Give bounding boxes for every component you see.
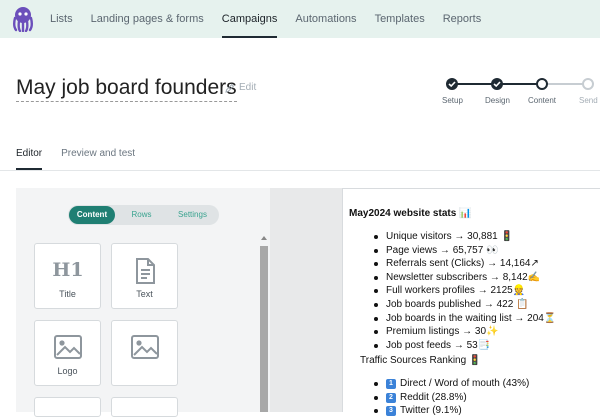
nav-item-lists[interactable]: Lists xyxy=(50,0,73,38)
tab-divider xyxy=(0,170,600,171)
tab-preview-and-test[interactable]: Preview and test xyxy=(61,142,135,170)
panel-scrollbar[interactable] xyxy=(260,246,268,412)
tab-editor[interactable]: Editor xyxy=(16,142,43,170)
step-setup-dot[interactable] xyxy=(446,78,458,90)
scroll-up-arrow-icon[interactable] xyxy=(261,236,267,240)
top-navigation: Lists Landing pages & forms Campaigns Au… xyxy=(0,0,600,38)
image-icon xyxy=(35,335,100,359)
traffic-label: Reddit (28.8%) xyxy=(400,391,467,403)
nav-item-campaigns[interactable]: Campaigns xyxy=(221,0,277,38)
block-label: Text xyxy=(136,289,153,299)
list-item: 2 Reddit (28.8%) xyxy=(372,391,529,405)
list-item: Referrals sent (Clicks) → 14,164↗ xyxy=(372,257,556,271)
list-item: Unique visitors → 30,881 🚦 xyxy=(372,230,556,244)
step-connector xyxy=(456,83,492,85)
list-item: Full workers profiles → 2125👷 xyxy=(372,284,556,298)
panel-segmented-control: Content Rows Settings xyxy=(68,205,219,225)
list-item: Job boards in the waiting list → 204⏳ xyxy=(372,312,556,326)
list-item: Job post feeds → 53📑 xyxy=(372,339,556,353)
nav-item-automations[interactable]: Automations xyxy=(295,0,356,38)
step-label-setup: Setup xyxy=(442,96,463,105)
document-icon xyxy=(112,258,177,284)
image-icon xyxy=(112,335,177,359)
list-item: Newsletter subscribers → 8,142✍ xyxy=(372,271,556,285)
block-text[interactable]: Text xyxy=(111,243,178,309)
edit-label: Edit xyxy=(239,82,257,93)
list-item: 3 Twitter (9.1%) xyxy=(372,404,529,418)
step-content-dot[interactable] xyxy=(536,78,548,90)
step-connector xyxy=(502,83,538,85)
block-more[interactable] xyxy=(111,397,178,417)
traffic-label: Direct / Word of mouth (43%) xyxy=(400,378,530,389)
block-label: Title xyxy=(59,289,76,299)
nav-item-landing-pages[interactable]: Landing pages & forms xyxy=(91,0,204,38)
stats-list: Unique visitors → 30,881 🚦 Page views → … xyxy=(372,230,556,352)
campaign-steps: Setup Design Content Send xyxy=(440,78,600,108)
traffic-label: Twitter (9.1%) xyxy=(400,405,462,417)
h1-icon: H1 xyxy=(35,258,100,280)
nav-item-templates[interactable]: Templates xyxy=(375,0,425,38)
octopus-logo-icon[interactable] xyxy=(12,6,34,33)
nav-item-reports[interactable]: Reports xyxy=(443,0,482,38)
segment-settings[interactable]: Settings xyxy=(168,206,217,224)
step-label-send: Send xyxy=(579,96,598,105)
segment-content[interactable]: Content xyxy=(69,206,115,224)
block-title[interactable]: H1 Title xyxy=(34,243,101,309)
block-label: Logo xyxy=(57,366,78,376)
list-item: 1 Direct / Word of mouth (43%) xyxy=(372,377,529,391)
rank-badge: 2 xyxy=(386,392,396,403)
step-label-content: Content xyxy=(528,96,557,105)
step-label-design: Design xyxy=(485,96,510,105)
svg-text:H1: H1 xyxy=(52,259,83,280)
list-item: Job boards published → 422 📋 xyxy=(372,298,556,312)
rank-badge: 3 xyxy=(386,406,396,417)
editor-tabs: Editor Preview and test xyxy=(16,142,135,170)
rank-badge: 1 xyxy=(386,379,396,389)
step-connector xyxy=(548,83,584,85)
list-item: Premium listings → 30✨ xyxy=(372,325,556,339)
check-icon xyxy=(448,81,456,88)
block-image[interactable] xyxy=(111,320,178,386)
main-nav: Lists Landing pages & forms Campaigns Au… xyxy=(50,0,481,38)
canvas-gutter xyxy=(270,188,342,412)
check-icon xyxy=(493,81,501,88)
list-item: Page views → 65,757 👀 xyxy=(372,244,556,258)
preview-heading: May2024 website stats 📊 xyxy=(349,208,472,219)
block-logo[interactable]: Logo xyxy=(34,320,101,386)
step-send-dot[interactable] xyxy=(582,78,594,90)
edit-title-button[interactable]: Edit xyxy=(225,82,256,93)
block-more[interactable] xyxy=(34,397,101,417)
step-design-dot[interactable] xyxy=(491,78,503,90)
campaign-title[interactable]: May job board founders xyxy=(16,76,237,102)
segment-rows[interactable]: Rows xyxy=(115,206,168,224)
traffic-heading: Traffic Sources Ranking 🚦 xyxy=(360,355,482,366)
pencil-icon xyxy=(225,83,235,93)
